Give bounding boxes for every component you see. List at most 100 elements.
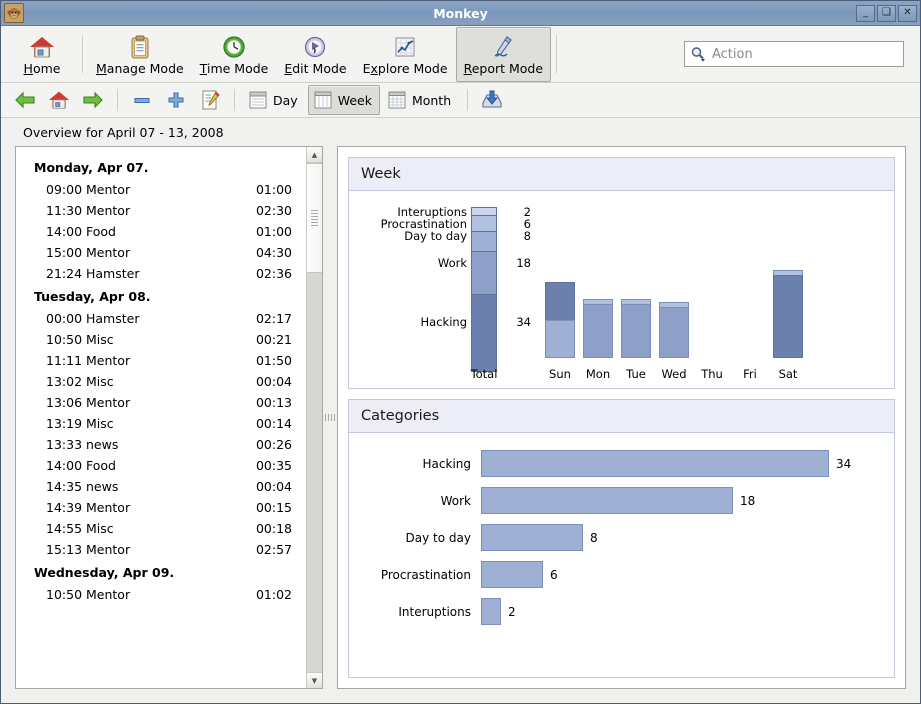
entry-label: 14:00 Food [46,224,116,239]
list-item[interactable]: 14:00 Food 01:00 [16,221,306,242]
pane-splitter[interactable] [322,146,338,689]
list-item[interactable]: 14:35 news 00:04 [16,476,306,497]
toolbar-item-explore-mode[interactable]: Explore Mode [355,27,456,82]
window-title: Monkey [433,5,488,21]
category-row-hacking: Hacking 34 [349,445,886,482]
scroll-up-button[interactable]: ▲ [307,147,322,163]
title-bar: Monkey _ ❑ ✕ [1,1,920,26]
category-bar-wrap: 8 [481,524,886,551]
list-item[interactable]: 14:55 Misc 00:18 [16,518,306,539]
forward-button[interactable] [77,85,109,115]
clock-icon [222,33,246,59]
toolbar-item-manage-mode-label: Manage Mode [96,61,184,76]
list-item[interactable]: 14:39 Mentor 00:15 [16,497,306,518]
category-row-interuptions: Interuptions 2 [349,593,886,630]
list-item[interactable]: 13:02 Misc 00:04 [16,371,306,392]
list-item[interactable]: 13:06 Mentor 00:13 [16,392,306,413]
day-group: Tuesday, Apr 08. 00:00 Hamster 02:17 10:… [16,284,306,560]
list-item[interactable]: 15:13 Mentor 02:57 [16,539,306,560]
list-item[interactable]: 00:00 Hamster 02:17 [16,308,306,329]
list-scrollbar[interactable]: ▲ ▼ [306,147,322,688]
close-button[interactable]: ✕ [898,4,917,22]
list-item[interactable]: 11:11 Mentor 01:50 [16,350,306,371]
category-bar-wrap: 2 [481,598,886,625]
list-item[interactable]: 15:00 Mentor 04:30 [16,242,306,263]
view-toggle-week[interactable]: Week [307,85,380,115]
plus-icon [166,90,186,110]
list-item[interactable]: 09:00 Mentor 01:00 [16,179,306,200]
add-button[interactable] [160,85,192,115]
search-input[interactable]: Action [684,41,904,67]
entry-label: 14:35 news [46,479,119,494]
scrollbar-track[interactable] [307,273,322,672]
view-toggle-month[interactable]: Month [382,85,459,115]
clipboard-icon [130,33,150,59]
list-item[interactable]: 10:50 Misc 00:21 [16,329,306,350]
toolbar2-separator-3 [467,89,469,111]
export-button[interactable] [476,85,508,115]
category-bar-wrap: 6 [481,561,886,588]
category-bar [481,487,733,514]
entry-duration: 00:13 [255,395,292,410]
entry-duration: 00:04 [255,374,292,389]
entry-duration: 02:36 [255,266,292,281]
entry-duration: 00:04 [255,479,292,494]
list-item[interactable]: 10:50 Mentor 01:02 [16,584,306,605]
entries-list[interactable]: Monday, Apr 07. 09:00 Mentor 01:00 11:30… [16,147,306,688]
category-label: Day to day [405,530,471,545]
toolbar-item-home-label: Home [23,61,61,76]
entry-duration: 01:02 [255,587,292,602]
entry-label: 10:50 Mentor [46,587,131,602]
list-item[interactable]: 21:24 Hamster 02:36 [16,263,306,284]
chart-icon [393,33,417,59]
entry-duration: 00:35 [255,458,292,473]
entry-duration: 00:18 [255,521,292,536]
segment-interuptions [471,207,497,215]
toolbar-item-home[interactable]: Home [7,27,77,82]
scroll-down-button[interactable]: ▼ [307,672,322,688]
list-item[interactable]: 13:33 news 00:26 [16,434,306,455]
toolbar-separator-2 [556,35,558,73]
list-item[interactable]: 13:19 Misc 00:14 [16,413,306,434]
stack-value-day-to-day: 8 [523,229,531,243]
week-chart-body: Interuptions Procrastination Day to day … [349,191,894,388]
back-button[interactable] [9,85,41,115]
toolbar-item-report-mode[interactable]: Report Mode [455,26,552,82]
list-item[interactable]: 14:00 Food 00:35 [16,455,306,476]
edit-button[interactable] [194,85,226,115]
maximize-button[interactable]: ❑ [877,4,896,22]
category-bar [481,450,829,477]
remove-button[interactable] [126,85,158,115]
home-button[interactable] [43,85,75,115]
arrow-left-icon [14,90,36,110]
toolbar-item-time-mode[interactable]: Time Mode [192,27,277,82]
category-value: 34 [836,456,852,471]
day-segment [545,282,575,320]
stack-value-work: 18 [516,256,531,270]
entry-duration: 00:15 [255,500,292,515]
week-total-bar [471,207,497,372]
axis-label-sat: Sat [778,367,798,381]
home-icon [29,33,55,59]
toolbar-item-edit-mode[interactable]: Edit Mode [276,27,354,82]
stack-label-hacking: Hacking [420,315,467,329]
month-view-icon [387,90,407,110]
axis-label-wed: Wed [661,367,687,381]
week-panel: Week Interuptions Procrastination Day to… [348,157,895,389]
category-row-day-to-day: Day to day 8 [349,519,886,556]
toolbar-item-manage-mode[interactable]: Manage Mode [88,27,192,82]
minimize-button[interactable]: _ [856,4,875,22]
entry-label: 11:30 Mentor [46,203,131,218]
day-bar-wed [659,302,689,358]
list-item[interactable]: 11:30 Mentor 02:30 [16,200,306,221]
view-toggle-day[interactable]: Day [243,85,306,115]
toolbar-item-explore-mode-label: Explore Mode [362,61,448,76]
day-segment [659,307,689,358]
entry-label: 13:02 Misc [46,374,114,389]
view-toggle-week-label: Week [337,92,372,108]
day-segment [583,304,613,358]
day-bar-mon [583,299,613,358]
stack-value-hacking: 34 [516,315,531,329]
entry-duration: 02:30 [255,203,292,218]
scrollbar-thumb[interactable] [307,163,322,273]
